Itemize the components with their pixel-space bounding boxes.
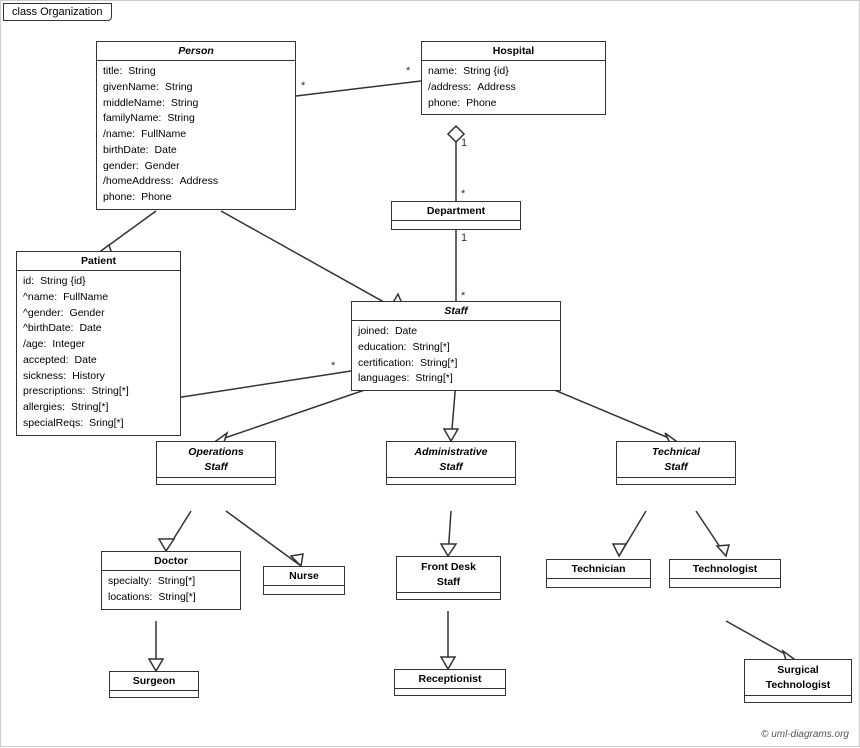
class-surgeon-body [110, 691, 198, 697]
class-hospital-body: name:String {id} /address:Address phone:… [422, 61, 605, 114]
diagram-title: class Organization [3, 3, 112, 21]
class-operations-staff: OperationsStaff [156, 441, 276, 485]
class-person-body: title:String givenName:String middleName… [97, 61, 295, 209]
class-staff: Staff joined:Date education:String[*] ce… [351, 301, 561, 391]
class-patient-body: id:String {id} ^name:FullName ^gender:Ge… [17, 271, 180, 435]
svg-text:*: * [301, 80, 306, 92]
svg-text:1: 1 [461, 232, 467, 244]
class-hospital-header: Hospital [422, 42, 605, 61]
class-patient: Patient id:String {id} ^name:FullName ^g… [16, 251, 181, 436]
class-nurse-body [264, 586, 344, 594]
class-staff-body: joined:Date education:String[*] certific… [352, 321, 560, 390]
class-nurse-header: Nurse [264, 567, 344, 586]
class-department-header: Department [392, 202, 520, 221]
svg-text:*: * [461, 188, 466, 200]
class-administrative-staff-header: AdministrativeStaff [387, 442, 515, 478]
class-surgical-technologist-body [745, 696, 851, 702]
class-technologist-header: Technologist [670, 560, 780, 579]
class-administrative-staff: AdministrativeStaff [386, 441, 516, 485]
class-person-header: Person [97, 42, 295, 61]
class-technologist: Technologist [669, 559, 781, 588]
class-front-desk-staff-header: Front DeskStaff [397, 557, 500, 593]
class-surgeon: Surgeon [109, 671, 199, 698]
class-technical-staff-body [617, 478, 735, 484]
class-patient-header: Patient [17, 252, 180, 271]
class-technical-staff: TechnicalStaff [616, 441, 736, 485]
class-receptionist: Receptionist [394, 669, 506, 696]
class-doctor-body: specialty:String[*] locations:String[*] [102, 571, 240, 609]
svg-text:1: 1 [461, 137, 467, 149]
class-technician-header: Technician [547, 560, 650, 579]
class-nurse: Nurse [263, 566, 345, 595]
class-receptionist-body [395, 689, 505, 695]
class-receptionist-header: Receptionist [395, 670, 505, 689]
class-hospital: Hospital name:String {id} /address:Addre… [421, 41, 606, 115]
diagram-container: class Organization * * 1 * 1 * * * [0, 0, 860, 747]
svg-text:*: * [406, 65, 411, 77]
svg-text:*: * [331, 360, 336, 372]
class-operations-staff-header: OperationsStaff [157, 442, 275, 478]
class-surgeon-header: Surgeon [110, 672, 198, 691]
class-front-desk-staff: Front DeskStaff [396, 556, 501, 600]
class-technical-staff-header: TechnicalStaff [617, 442, 735, 478]
class-technologist-body [670, 579, 780, 587]
class-technician: Technician [546, 559, 651, 588]
class-operations-staff-body [157, 478, 275, 484]
class-department: Department [391, 201, 521, 230]
class-department-body [392, 221, 520, 229]
class-technician-body [547, 579, 650, 587]
class-front-desk-staff-body [397, 593, 500, 599]
class-surgical-technologist-header: SurgicalTechnologist [745, 660, 851, 696]
copyright: © uml-diagrams.org [761, 729, 849, 740]
class-staff-header: Staff [352, 302, 560, 321]
class-doctor: Doctor specialty:String[*] locations:Str… [101, 551, 241, 610]
class-surgical-technologist: SurgicalTechnologist [744, 659, 852, 703]
class-person: Person title:String givenName:String mid… [96, 41, 296, 210]
class-administrative-staff-body [387, 478, 515, 484]
class-doctor-header: Doctor [102, 552, 240, 571]
